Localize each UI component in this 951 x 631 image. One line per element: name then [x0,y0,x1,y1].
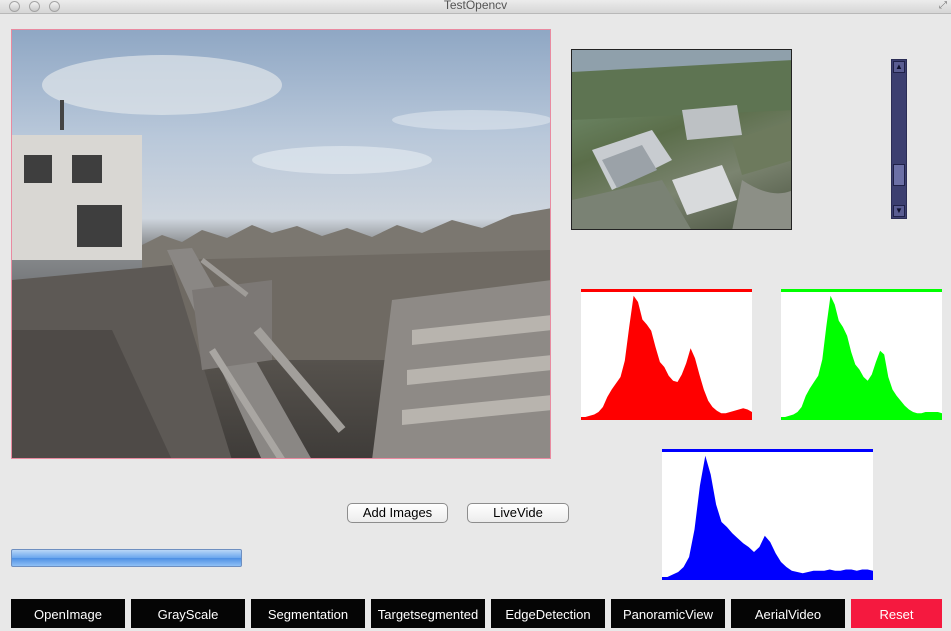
blue-histogram [662,449,873,580]
add-images-button[interactable]: Add Images [347,503,448,523]
green-histogram-plot [781,289,942,420]
red-histogram-plot [581,289,752,420]
scroll-up-button[interactable]: ▲ [893,61,905,73]
live-video-button[interactable]: LiveVide [467,503,569,523]
aerial-thumbnail [571,49,792,230]
green-histogram [781,289,942,420]
slider-thumb[interactable] [893,164,905,186]
aerial-video-button[interactable]: AerialVideo [731,599,845,628]
city-photo [12,55,550,458]
blue-histogram-bottom-line [662,577,873,580]
open-image-button[interactable]: OpenImage [11,599,125,628]
target-segmented-button[interactable]: Targetsegmented [371,599,485,628]
panoramic-view-button[interactable]: PanoramicView [611,599,725,628]
green-histogram-area [781,295,942,417]
progress-bar [11,549,242,567]
scroll-down-button[interactable]: ▼ [893,205,905,217]
green-histogram-top-line [781,289,942,292]
reset-button[interactable]: Reset [851,599,942,628]
blue-histogram-top-line [662,449,873,452]
edge-detection-button[interactable]: EdgeDetection [491,599,605,628]
aerial-photo [572,50,791,229]
grayscale-button[interactable]: GrayScale [131,599,245,628]
fullscreen-icon[interactable]: ⤢ [939,0,947,11]
red-histogram-area [581,295,752,417]
window-titlebar: TestOpencv ⤢ [0,0,951,14]
window-title: TestOpencv [443,0,508,12]
red-histogram [581,289,752,420]
blue-histogram-area [662,455,873,577]
red-histogram-bottom-line [581,417,752,420]
vertical-slider[interactable]: ▲ ▼ [891,59,907,219]
blue-histogram-plot [662,449,873,580]
red-histogram-top-line [581,289,752,292]
green-histogram-bottom-line [781,417,942,420]
main-image-panel [11,29,551,459]
segmentation-button[interactable]: Segmentation [251,599,365,628]
